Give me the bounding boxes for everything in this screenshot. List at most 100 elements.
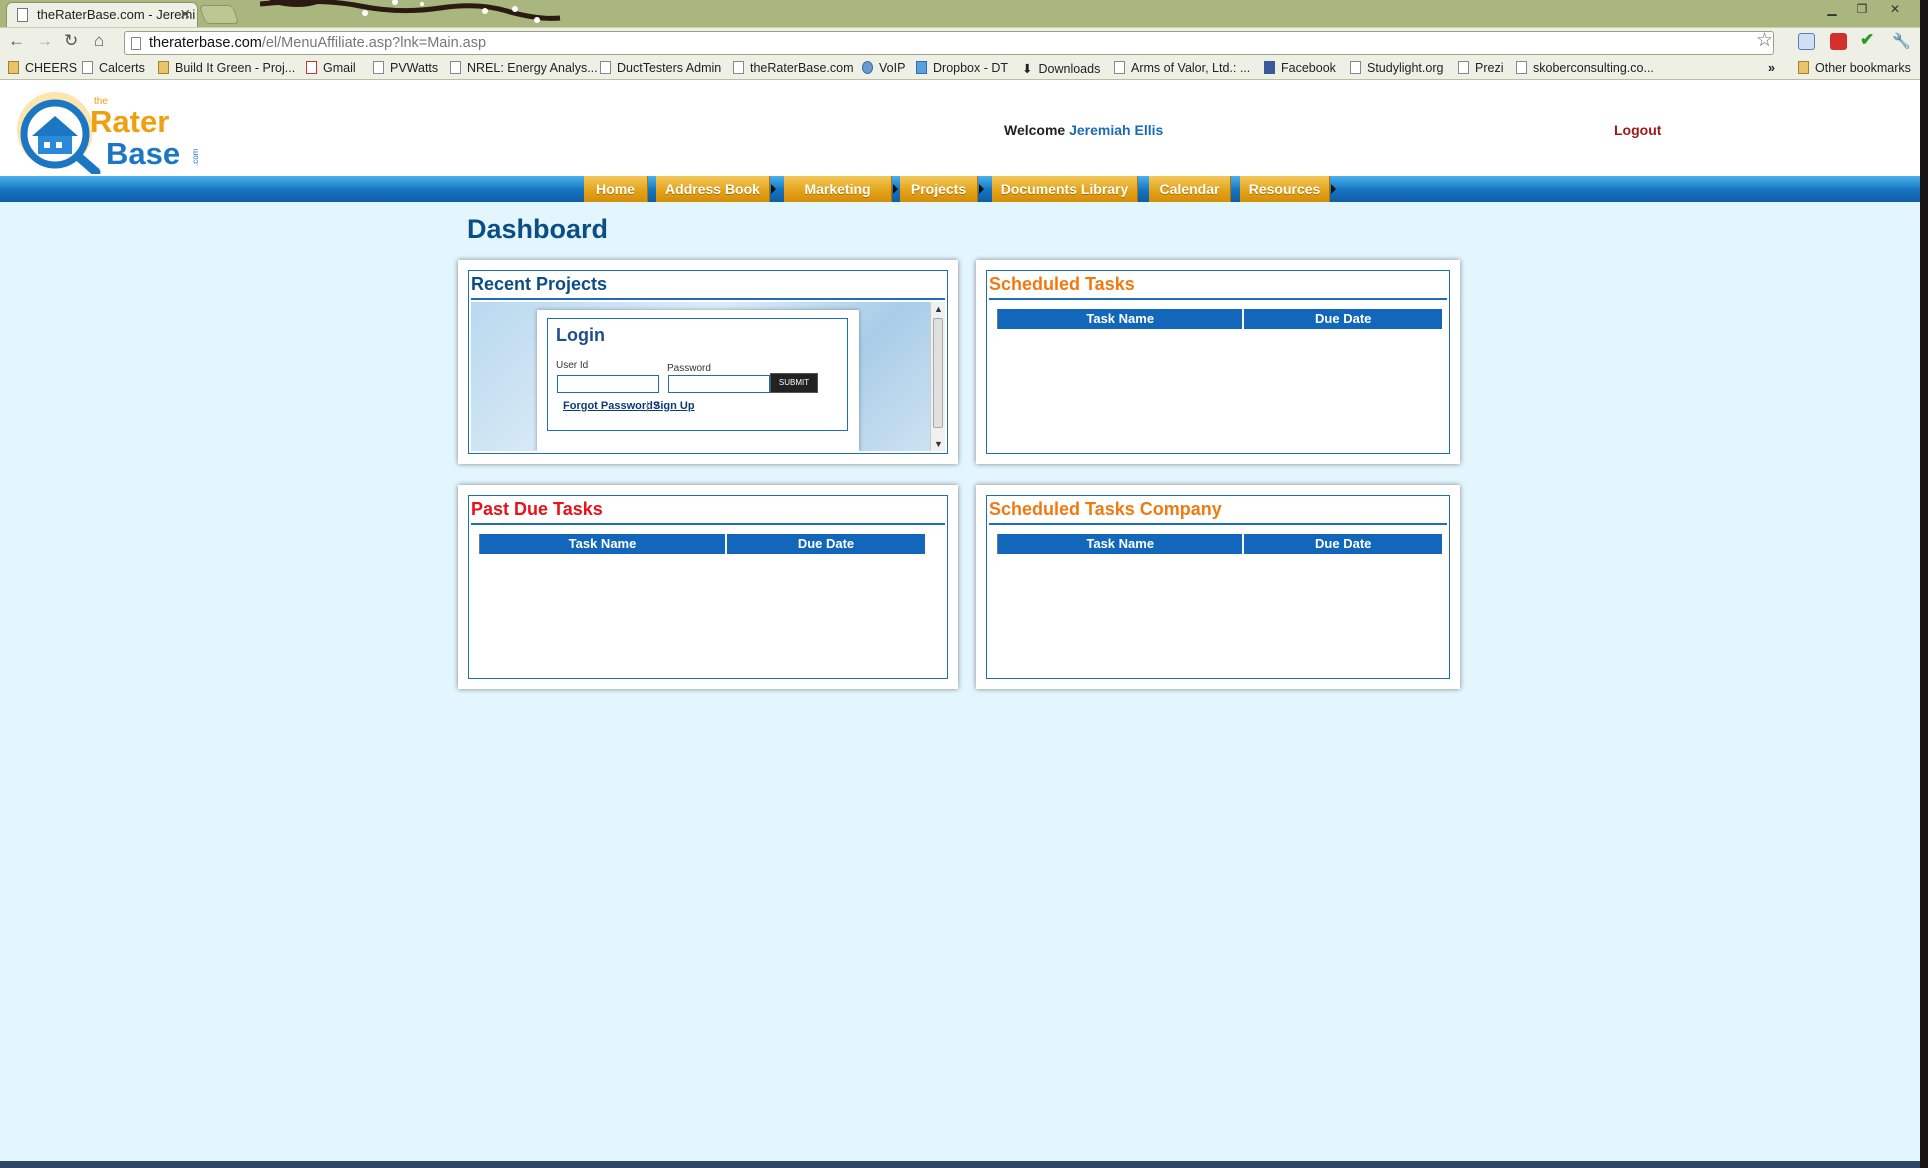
welcome-text: Welcome Jeremiah Ellis: [1004, 122, 1164, 138]
user-id-input[interactable]: [557, 375, 659, 393]
restore-icon[interactable]: ❐: [1851, 2, 1873, 16]
scroll-thumb[interactable]: [933, 318, 943, 428]
check-icon[interactable]: ✔: [1860, 31, 1877, 48]
new-tab-button[interactable]: [198, 5, 240, 24]
scroll-down-icon[interactable]: ▼: [934, 439, 943, 449]
tab-bar: theRaterBase.com - Jeremi ✕ ▁ ❐ ✕: [0, 0, 1920, 27]
browser-tab[interactable]: theRaterBase.com - Jeremi ✕: [6, 2, 198, 27]
logout-link[interactable]: Logout: [1614, 122, 1661, 138]
tab-title: theRaterBase.com - Jeremi: [37, 7, 196, 22]
bookmark-star-icon[interactable]: ☆: [1756, 29, 1773, 52]
bookmark-item[interactable]: Gmail: [306, 61, 356, 75]
raterbase-logo[interactable]: the Rater Base .com: [10, 86, 200, 174]
bookmark-item[interactable]: theRaterBase.com: [733, 61, 854, 75]
extension-icon[interactable]: [1798, 33, 1815, 50]
bookmarks-bar: CHEERS Calcerts Build It Green - Proj...…: [0, 57, 1920, 80]
wrench-icon[interactable]: 🔧: [1892, 33, 1911, 50]
submenu-arrow-icon: [893, 184, 898, 194]
bookmark-item[interactable]: DuctTesters Admin: [600, 61, 721, 75]
panel-divider: [471, 523, 945, 525]
bookmark-item[interactable]: Dropbox - DT: [916, 61, 1008, 75]
panel-divider: [989, 523, 1447, 525]
bookmark-item[interactable]: Studylight.org: [1350, 61, 1443, 75]
nav-calendar[interactable]: Calendar: [1149, 176, 1231, 202]
bookmark-item[interactable]: PVWatts: [373, 61, 438, 75]
bookmark-item[interactable]: skoberconsulting.co...: [1516, 61, 1654, 75]
svg-text:Base: Base: [106, 136, 180, 171]
scrollbar[interactable]: ▲ ▼: [930, 302, 945, 451]
tasks-table-header: Task Name Due Date: [997, 534, 1444, 554]
nav-marketing[interactable]: Marketing: [784, 176, 898, 202]
download-arrow-icon: ⬇: [1022, 62, 1033, 76]
back-icon[interactable]: ←: [8, 31, 25, 51]
bookmark-item[interactable]: NREL: Energy Analys...: [450, 61, 598, 75]
scheduled-tasks-panel: Scheduled Tasks Task Name Due Date: [976, 260, 1460, 464]
bookmark-icon: [1114, 61, 1125, 74]
user-name[interactable]: Jeremiah Ellis: [1069, 122, 1163, 138]
voip-icon: [862, 61, 873, 74]
panel-frame: Scheduled Tasks Task Name Due Date: [986, 270, 1450, 454]
site-header: the Rater Base .com Welcome Jeremiah Ell…: [0, 80, 1920, 176]
tasks-table-header: Task Name Due Date: [479, 534, 942, 554]
scroll-up-icon[interactable]: ▲: [934, 304, 943, 314]
bookmark-item[interactable]: VoIP: [862, 61, 905, 75]
os-taskbar: [0, 1161, 1920, 1168]
submenu-arrow-icon: [1331, 184, 1336, 194]
bookmark-icon: [1516, 61, 1527, 74]
submenu-arrow-icon: [771, 184, 776, 194]
branch-decoration: [260, 0, 561, 23]
panel-divider: [989, 298, 1447, 300]
column-task-name[interactable]: Task Name: [480, 534, 725, 554]
address-bar[interactable]: theraterbase.com/el/MenuAffiliate.asp?ln…: [124, 31, 1774, 55]
other-bookmarks[interactable]: Other bookmarks: [1798, 61, 1911, 75]
bookmark-icon: [733, 61, 744, 74]
column-due-date[interactable]: Due Date: [1244, 309, 1442, 329]
nav-home[interactable]: Home: [584, 176, 648, 202]
panel-frame: Past Due Tasks Task Name Due Date: [468, 495, 948, 679]
recent-projects-panel: Recent Projects Login User Id Password S…: [458, 260, 958, 464]
sign-up-link[interactable]: Sign Up: [653, 400, 695, 412]
panel-title: Scheduled Tasks: [989, 274, 1135, 294]
minimize-icon[interactable]: ▁: [1821, 2, 1843, 16]
column-task-name[interactable]: Task Name: [998, 534, 1243, 554]
bookmark-item[interactable]: Calcerts: [82, 61, 145, 75]
submit-button[interactable]: SUBMIT: [770, 373, 818, 393]
home-icon[interactable]: ⌂: [94, 31, 104, 51]
tasks-table-header: Task Name Due Date: [997, 309, 1444, 329]
reload-icon[interactable]: ↻: [64, 31, 78, 51]
svg-text:Rater: Rater: [90, 104, 169, 139]
page-title: Dashboard: [467, 214, 609, 244]
dropbox-icon: [916, 61, 927, 74]
bookmark-item[interactable]: Prezi: [1458, 61, 1503, 75]
user-id-label: User Id: [556, 360, 589, 371]
close-tab-icon[interactable]: ✕: [179, 6, 191, 23]
bookmarks-overflow-icon[interactable]: »: [1768, 61, 1775, 75]
bookmark-icon: [450, 61, 461, 74]
panel-divider: [471, 298, 945, 300]
nav-address-book[interactable]: Address Book: [656, 176, 776, 202]
panel-frame: Recent Projects Login User Id Password S…: [468, 270, 948, 454]
column-task-name[interactable]: Task Name: [998, 309, 1243, 329]
bookmark-item[interactable]: Arms of Valor, Ltd.: ...: [1114, 61, 1250, 75]
facebook-icon: [1264, 61, 1275, 74]
nav-documents-library[interactable]: Documents Library: [992, 176, 1138, 202]
bookmark-icon: [1350, 61, 1361, 74]
column-due-date[interactable]: Due Date: [1244, 534, 1442, 554]
bookmark-icon: [373, 61, 384, 74]
panel-title: Past Due Tasks: [471, 499, 603, 519]
browser-toolbar: ← → ↻ ⌂ theraterbase.com/el/MenuAffiliat…: [0, 27, 1920, 57]
login-frame: Login User Id Password SUBMIT Forgot Pas…: [547, 318, 848, 431]
nav-resources[interactable]: Resources: [1240, 176, 1336, 202]
bookmark-item[interactable]: Build It Green - Proj...: [158, 61, 295, 75]
forward-icon[interactable]: →: [36, 31, 53, 51]
bookmark-item[interactable]: CHEERS: [8, 61, 77, 75]
password-input[interactable]: [668, 375, 770, 393]
close-window-icon[interactable]: ✕: [1884, 2, 1906, 16]
bookmark-item[interactable]: ⬇ Downloads: [1022, 61, 1100, 76]
column-due-date[interactable]: Due Date: [727, 534, 925, 554]
bookmark-icon: [8, 61, 19, 74]
bookmark-item[interactable]: Facebook: [1264, 61, 1336, 75]
extension-icon[interactable]: [1830, 33, 1847, 50]
past-due-tasks-panel: Past Due Tasks Task Name Due Date: [458, 485, 958, 689]
nav-projects[interactable]: Projects: [900, 176, 984, 202]
